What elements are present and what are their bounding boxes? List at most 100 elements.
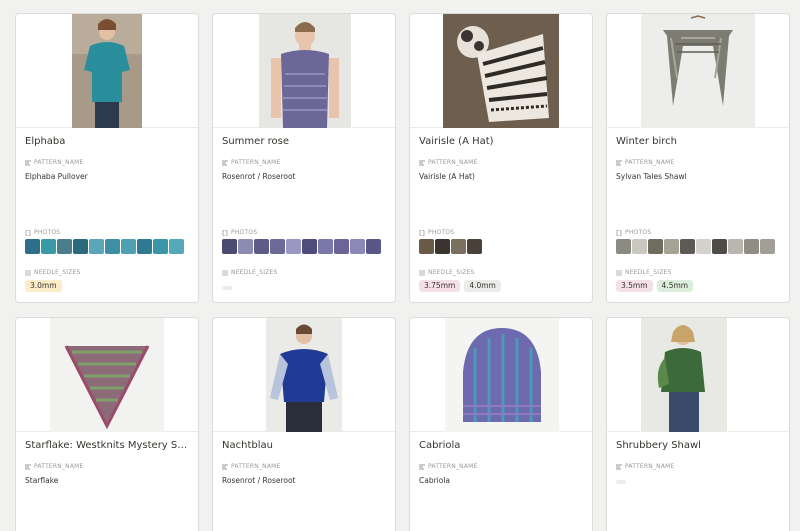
needle-sizes-label: NEEDLE_SIZES — [616, 269, 672, 276]
photo-thumb[interactable] — [137, 239, 152, 254]
gallery-card[interactable]: Shrubbery Shawl PATTERN_NAME — [606, 317, 790, 531]
card-cover-image — [213, 318, 395, 432]
empty-needle-sizes — [222, 286, 232, 290]
gallery-card[interactable]: Summer rose PATTERN_NAME Rosenrot / Rose… — [212, 13, 396, 303]
photo-thumb[interactable] — [664, 239, 679, 254]
photo-thumb[interactable] — [616, 239, 631, 254]
photo-thumb[interactable] — [419, 239, 434, 254]
card-title: Starflake: Westknits Mystery Shawl... — [25, 440, 191, 451]
card-title: Nachtblau — [222, 440, 273, 451]
photo-thumbnails — [222, 239, 381, 254]
photo-thumb[interactable] — [728, 239, 743, 254]
photo-thumb[interactable] — [73, 239, 88, 254]
list-property-icon — [25, 270, 31, 275]
card-title: Shrubbery Shawl — [616, 440, 701, 451]
list-property-icon — [222, 270, 228, 275]
photo-thumb[interactable] — [302, 239, 317, 254]
card-cover-image — [607, 14, 789, 128]
card-cover-image — [607, 318, 789, 432]
list-property-icon — [616, 270, 622, 275]
needle-sizes-chips: 3.5mm 4.5mm — [616, 280, 694, 292]
needle-sizes-label: NEEDLE_SIZES — [419, 269, 475, 276]
photo-thumb[interactable] — [712, 239, 727, 254]
text-property-icon — [419, 160, 425, 165]
photo-thumb[interactable] — [254, 239, 269, 254]
gallery-card[interactable]: Vairisle (A Hat) PATTERN_NAME Vairisle (… — [409, 13, 593, 303]
pattern-name-label: PATTERN_NAME — [222, 463, 281, 470]
photo-thumb[interactable] — [153, 239, 168, 254]
file-property-icon — [616, 229, 622, 236]
photo-thumb[interactable] — [334, 239, 349, 254]
photo-thumb[interactable] — [632, 239, 647, 254]
photo-thumb[interactable] — [222, 239, 237, 254]
text-property-icon — [419, 464, 425, 469]
photo-thumbnails — [25, 239, 184, 254]
gallery-card[interactable]: Cabriola PATTERN_NAME Cabriola — [409, 317, 593, 531]
empty-pattern-name — [616, 480, 626, 484]
card-title: Cabriola — [419, 440, 461, 451]
photo-thumb[interactable] — [89, 239, 104, 254]
pattern-name-label: PATTERN_NAME — [419, 463, 478, 470]
photo-thumb[interactable] — [760, 239, 775, 254]
card-cover-image — [16, 14, 198, 128]
photo-thumb[interactable] — [744, 239, 759, 254]
pattern-name-label: PATTERN_NAME — [419, 159, 478, 166]
photo-thumbnails — [616, 239, 775, 254]
pattern-name-value: Vairisle (A Hat) — [419, 172, 475, 181]
card-cover-image — [16, 318, 198, 432]
photo-thumb[interactable] — [366, 239, 381, 254]
photo-thumb[interactable] — [25, 239, 40, 254]
hat-photo — [443, 14, 559, 128]
gallery-card[interactable]: Elphaba PATTERN_NAME Elphaba Pullover PH… — [15, 13, 199, 303]
photo-thumb[interactable] — [648, 239, 663, 254]
photo-thumb[interactable] — [451, 239, 466, 254]
text-property-icon — [222, 160, 228, 165]
photo-thumb[interactable] — [169, 239, 184, 254]
photo-thumb[interactable] — [680, 239, 695, 254]
photo-thumb[interactable] — [467, 239, 482, 254]
photo-thumb[interactable] — [105, 239, 120, 254]
needle-size-tag: 4.0mm — [464, 280, 501, 292]
pattern-name-label: PATTERN_NAME — [25, 463, 84, 470]
photos-label: PHOTOS — [222, 229, 257, 236]
text-property-icon — [616, 160, 622, 165]
card-title: Winter birch — [616, 136, 678, 147]
pattern-name-value: Cabriola — [419, 476, 451, 485]
file-property-icon — [25, 229, 31, 236]
photo-thumb[interactable] — [435, 239, 450, 254]
sweater-photo — [72, 14, 142, 128]
pattern-name-label: PATTERN_NAME — [222, 159, 281, 166]
photo-thumb[interactable] — [57, 239, 72, 254]
shawl-photo — [641, 14, 755, 128]
needle-sizes-chips: 3.0mm — [25, 280, 62, 292]
needle-size-tag: 3.5mm — [616, 280, 653, 292]
pattern-name-value: Elphaba Pullover — [25, 172, 88, 181]
needle-size-tag: 3.75mm — [419, 280, 461, 292]
gallery-card[interactable]: Winter birch PATTERN_NAME Sylvan Tales S… — [606, 13, 790, 303]
photos-label: PHOTOS — [25, 229, 60, 236]
photo-thumb[interactable] — [696, 239, 711, 254]
photo-thumb[interactable] — [41, 239, 56, 254]
hat-photo — [445, 318, 559, 432]
photo-thumb[interactable] — [270, 239, 285, 254]
needle-sizes-label: NEEDLE_SIZES — [25, 269, 81, 276]
photos-label: PHOTOS — [616, 229, 651, 236]
list-property-icon — [419, 270, 425, 275]
photo-thumb[interactable] — [121, 239, 136, 254]
top-photo — [259, 14, 351, 128]
card-title: Elphaba — [25, 136, 66, 147]
text-property-icon — [25, 160, 31, 165]
photo-thumb[interactable] — [318, 239, 333, 254]
photo-thumbnails — [419, 239, 482, 254]
card-cover-image — [213, 14, 395, 128]
text-property-icon — [25, 464, 31, 469]
photo-thumb[interactable] — [350, 239, 365, 254]
needle-sizes-label: NEEDLE_SIZES — [222, 269, 278, 276]
needle-size-tag: 4.5mm — [656, 280, 694, 292]
gallery-card[interactable]: Starflake: Westknits Mystery Shawl... PA… — [15, 317, 199, 531]
photo-thumb[interactable] — [238, 239, 253, 254]
gallery-card[interactable]: Nachtblau PATTERN_NAME Rosenrot / Rosero… — [212, 317, 396, 531]
file-property-icon — [222, 229, 228, 236]
person-photo — [641, 318, 727, 432]
photo-thumb[interactable] — [286, 239, 301, 254]
